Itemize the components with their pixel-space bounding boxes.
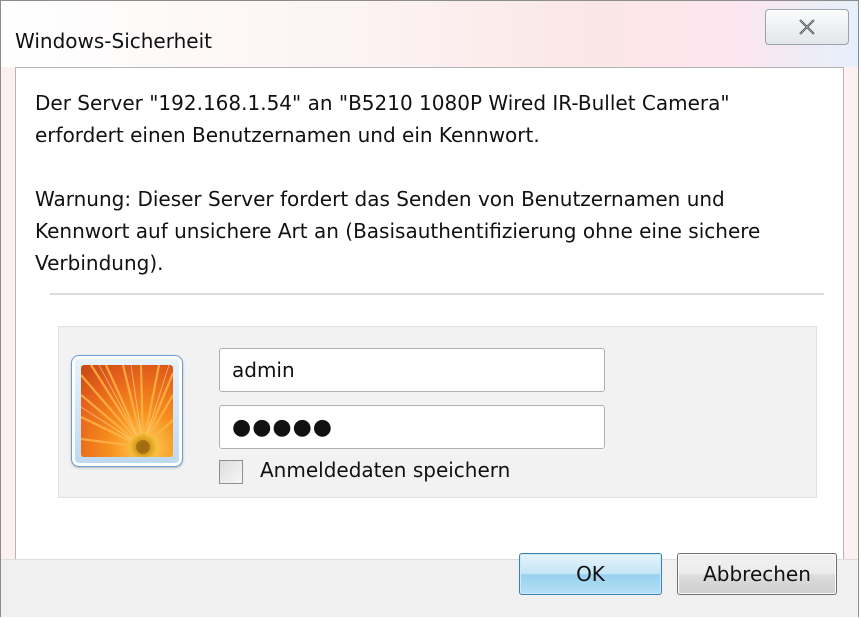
security-warning: Warnung: Dieser Server fordert das Sende… xyxy=(35,187,761,275)
window-title: Windows-Sicherheit xyxy=(15,29,212,53)
title-bar: Windows-Sicherheit xyxy=(1,1,858,67)
username-value: admin xyxy=(232,358,295,382)
password-field[interactable]: ●●●●● xyxy=(219,405,605,449)
remember-credentials-checkbox[interactable] xyxy=(219,460,243,484)
server-message: Der Server "192.168.1.54" an "B5210 1080… xyxy=(35,91,730,147)
credential-dialog: Windows-Sicherheit Der Server "192.168.1… xyxy=(0,0,859,617)
close-button[interactable] xyxy=(765,9,849,45)
remember-credentials-label[interactable]: Anmeldedaten speichern xyxy=(260,458,510,482)
cancel-button[interactable]: Abbrechen xyxy=(677,553,837,595)
username-field[interactable]: admin xyxy=(219,348,605,392)
separator xyxy=(50,293,824,295)
user-tile-flower-icon xyxy=(81,365,173,457)
ok-button[interactable]: OK xyxy=(519,553,662,595)
password-value: ●●●●● xyxy=(232,415,333,440)
close-icon xyxy=(799,19,815,35)
avatar xyxy=(71,355,183,467)
